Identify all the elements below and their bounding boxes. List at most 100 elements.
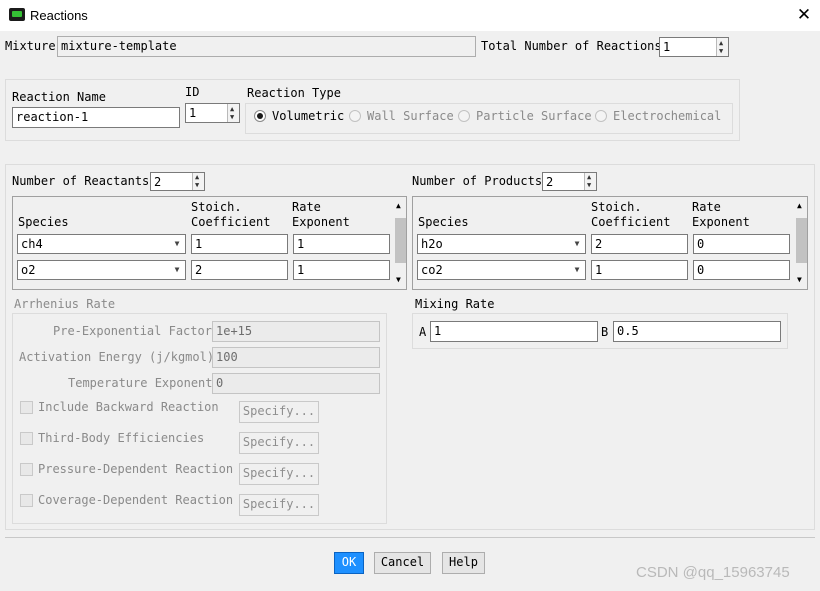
scroll-down-icon[interactable]: ▼ xyxy=(797,275,802,284)
backward-reaction-checkbox[interactable] xyxy=(20,401,33,414)
product-species-select-1[interactable]: h2o xyxy=(417,234,586,254)
total-reactions-value: 1 xyxy=(663,40,671,54)
fluent-app-icon xyxy=(9,8,25,21)
pressure-dependent-label: Pressure-Dependent Reaction xyxy=(38,462,234,476)
id-value: 1 xyxy=(189,106,197,120)
reactant-species-select-2[interactable]: o2 xyxy=(17,260,186,280)
num-products-spin[interactable]: ▲ ▼ xyxy=(584,173,596,190)
reactant-exponent-input-2[interactable]: 1 xyxy=(293,260,390,280)
reactant-species-value: o2 xyxy=(21,263,36,277)
products-exponent-header: Exponent xyxy=(692,215,750,229)
reactants-coefficient-header: Coefficient xyxy=(191,215,271,229)
mixing-a-label: A xyxy=(419,325,427,339)
scroll-up-icon[interactable]: ▲ xyxy=(396,201,401,210)
particle-surface-radio[interactable] xyxy=(458,110,470,122)
chevron-down-icon[interactable]: ▼ xyxy=(569,265,585,274)
spin-up-icon[interactable]: ▲ xyxy=(587,173,591,181)
pre-exp-label: Pre-Exponential Factor xyxy=(53,324,212,338)
reactants-stoich-header: Stoich. xyxy=(191,200,242,214)
mixing-b-input[interactable]: 0.5 xyxy=(613,321,781,342)
third-body-checkbox[interactable] xyxy=(20,432,33,445)
chevron-down-icon[interactable]: ▼ xyxy=(169,239,185,248)
mixture-label: Mixture xyxy=(5,39,56,53)
spin-down-icon[interactable]: ▼ xyxy=(587,181,591,189)
product-exponent-input-2[interactable]: 0 xyxy=(693,260,790,280)
third-body-label: Third-Body Efficiencies xyxy=(38,431,205,445)
spin-down-icon[interactable]: ▼ xyxy=(230,113,234,121)
num-products-label: Number of Products xyxy=(412,174,543,188)
window-title: Reactions xyxy=(30,8,88,23)
coverage-dependent-checkbox[interactable] xyxy=(20,494,33,507)
title-bar: Reactions ✕ xyxy=(0,0,820,31)
particle-surface-label: Particle Surface xyxy=(476,109,592,123)
close-icon[interactable]: ✕ xyxy=(795,4,813,26)
id-label: ID xyxy=(185,85,200,99)
spin-down-icon[interactable]: ▼ xyxy=(719,47,723,55)
id-spin[interactable]: ▲ ▼ xyxy=(227,104,239,122)
reaction-name-input[interactable]: reaction-1 xyxy=(12,107,180,128)
reactants-scroll-thumb[interactable] xyxy=(395,218,406,263)
product-species-value: h2o xyxy=(421,237,443,251)
reactant-exponent-input-1[interactable]: 1 xyxy=(293,234,390,254)
divider xyxy=(5,537,815,538)
reactant-species-select-1[interactable]: ch4 xyxy=(17,234,186,254)
num-reactants-spin[interactable]: ▲ ▼ xyxy=(192,173,204,190)
cancel-button[interactable]: Cancel xyxy=(374,552,431,574)
ok-button[interactable]: OK xyxy=(334,552,364,574)
wall-surface-radio[interactable] xyxy=(349,110,361,122)
backward-specify-button[interactable]: Specify... xyxy=(239,401,319,423)
product-coeff-input-2[interactable]: 1 xyxy=(591,260,688,280)
activation-energy-label: Activation Energy (j/kgmol) xyxy=(19,350,215,364)
reaction-type-label: Reaction Type xyxy=(247,86,341,100)
activation-energy-input[interactable]: 100 xyxy=(212,347,380,368)
total-reactions-label: Total Number of Reactions xyxy=(481,39,662,53)
product-coeff-input-1[interactable]: 2 xyxy=(591,234,688,254)
product-exponent-input-1[interactable]: 0 xyxy=(693,234,790,254)
num-reactants-value: 2 xyxy=(154,175,162,189)
total-reactions-spin[interactable]: ▲ ▼ xyxy=(716,38,728,56)
coverage-specify-button[interactable]: Specify... xyxy=(239,494,319,516)
scroll-down-icon[interactable]: ▼ xyxy=(396,275,401,284)
backward-reaction-label: Include Backward Reaction xyxy=(38,400,219,414)
reactants-rate-header: Rate xyxy=(292,200,321,214)
mixing-rate-title: Mixing Rate xyxy=(415,297,495,311)
products-species-header: Species xyxy=(418,215,469,229)
spin-up-icon[interactable]: ▲ xyxy=(719,39,723,47)
products-scroll-thumb[interactable] xyxy=(796,218,807,263)
spin-up-icon[interactable]: ▲ xyxy=(230,105,234,113)
wall-surface-label: Wall Surface xyxy=(367,109,454,123)
help-button[interactable]: Help xyxy=(442,552,485,574)
product-species-select-2[interactable]: co2 xyxy=(417,260,586,280)
reactants-species-header: Species xyxy=(18,215,69,229)
electrochemical-label: Electrochemical xyxy=(613,109,722,123)
chevron-down-icon[interactable]: ▼ xyxy=(569,239,585,248)
pre-exp-input[interactable]: 1e+15 xyxy=(212,321,380,342)
reactant-species-value: ch4 xyxy=(21,237,43,251)
coverage-dependent-label: Coverage-Dependent Reaction xyxy=(38,493,234,507)
csdn-watermark: CSDN @qq_15963745 xyxy=(636,564,790,581)
mixing-a-input[interactable]: 1 xyxy=(430,321,598,342)
pressure-specify-button[interactable]: Specify... xyxy=(239,463,319,485)
spin-up-icon[interactable]: ▲ xyxy=(195,173,199,181)
reactants-exponent-header: Exponent xyxy=(292,215,350,229)
num-products-value: 2 xyxy=(546,175,554,189)
products-rate-header: Rate xyxy=(692,200,721,214)
mixing-b-label: B xyxy=(601,325,609,339)
spin-down-icon[interactable]: ▼ xyxy=(195,181,199,189)
reaction-name-label: Reaction Name xyxy=(12,90,106,104)
reactant-coeff-input-1[interactable]: 1 xyxy=(191,234,288,254)
volumetric-radio[interactable] xyxy=(254,110,266,122)
volumetric-label: Volumetric xyxy=(272,109,345,123)
pressure-dependent-checkbox[interactable] xyxy=(20,463,33,476)
third-body-specify-button[interactable]: Specify... xyxy=(239,432,319,454)
products-coefficient-header: Coefficient xyxy=(591,215,671,229)
mixture-field: mixture-template xyxy=(57,36,476,57)
products-stoich-header: Stoich. xyxy=(591,200,642,214)
reactant-coeff-input-2[interactable]: 2 xyxy=(191,260,288,280)
num-reactants-label: Number of Reactants xyxy=(12,174,150,188)
chevron-down-icon[interactable]: ▼ xyxy=(169,265,185,274)
temp-exp-input[interactable]: 0 xyxy=(212,373,380,394)
electrochemical-radio[interactable] xyxy=(595,110,607,122)
product-species-value: co2 xyxy=(421,263,443,277)
scroll-up-icon[interactable]: ▲ xyxy=(797,201,802,210)
